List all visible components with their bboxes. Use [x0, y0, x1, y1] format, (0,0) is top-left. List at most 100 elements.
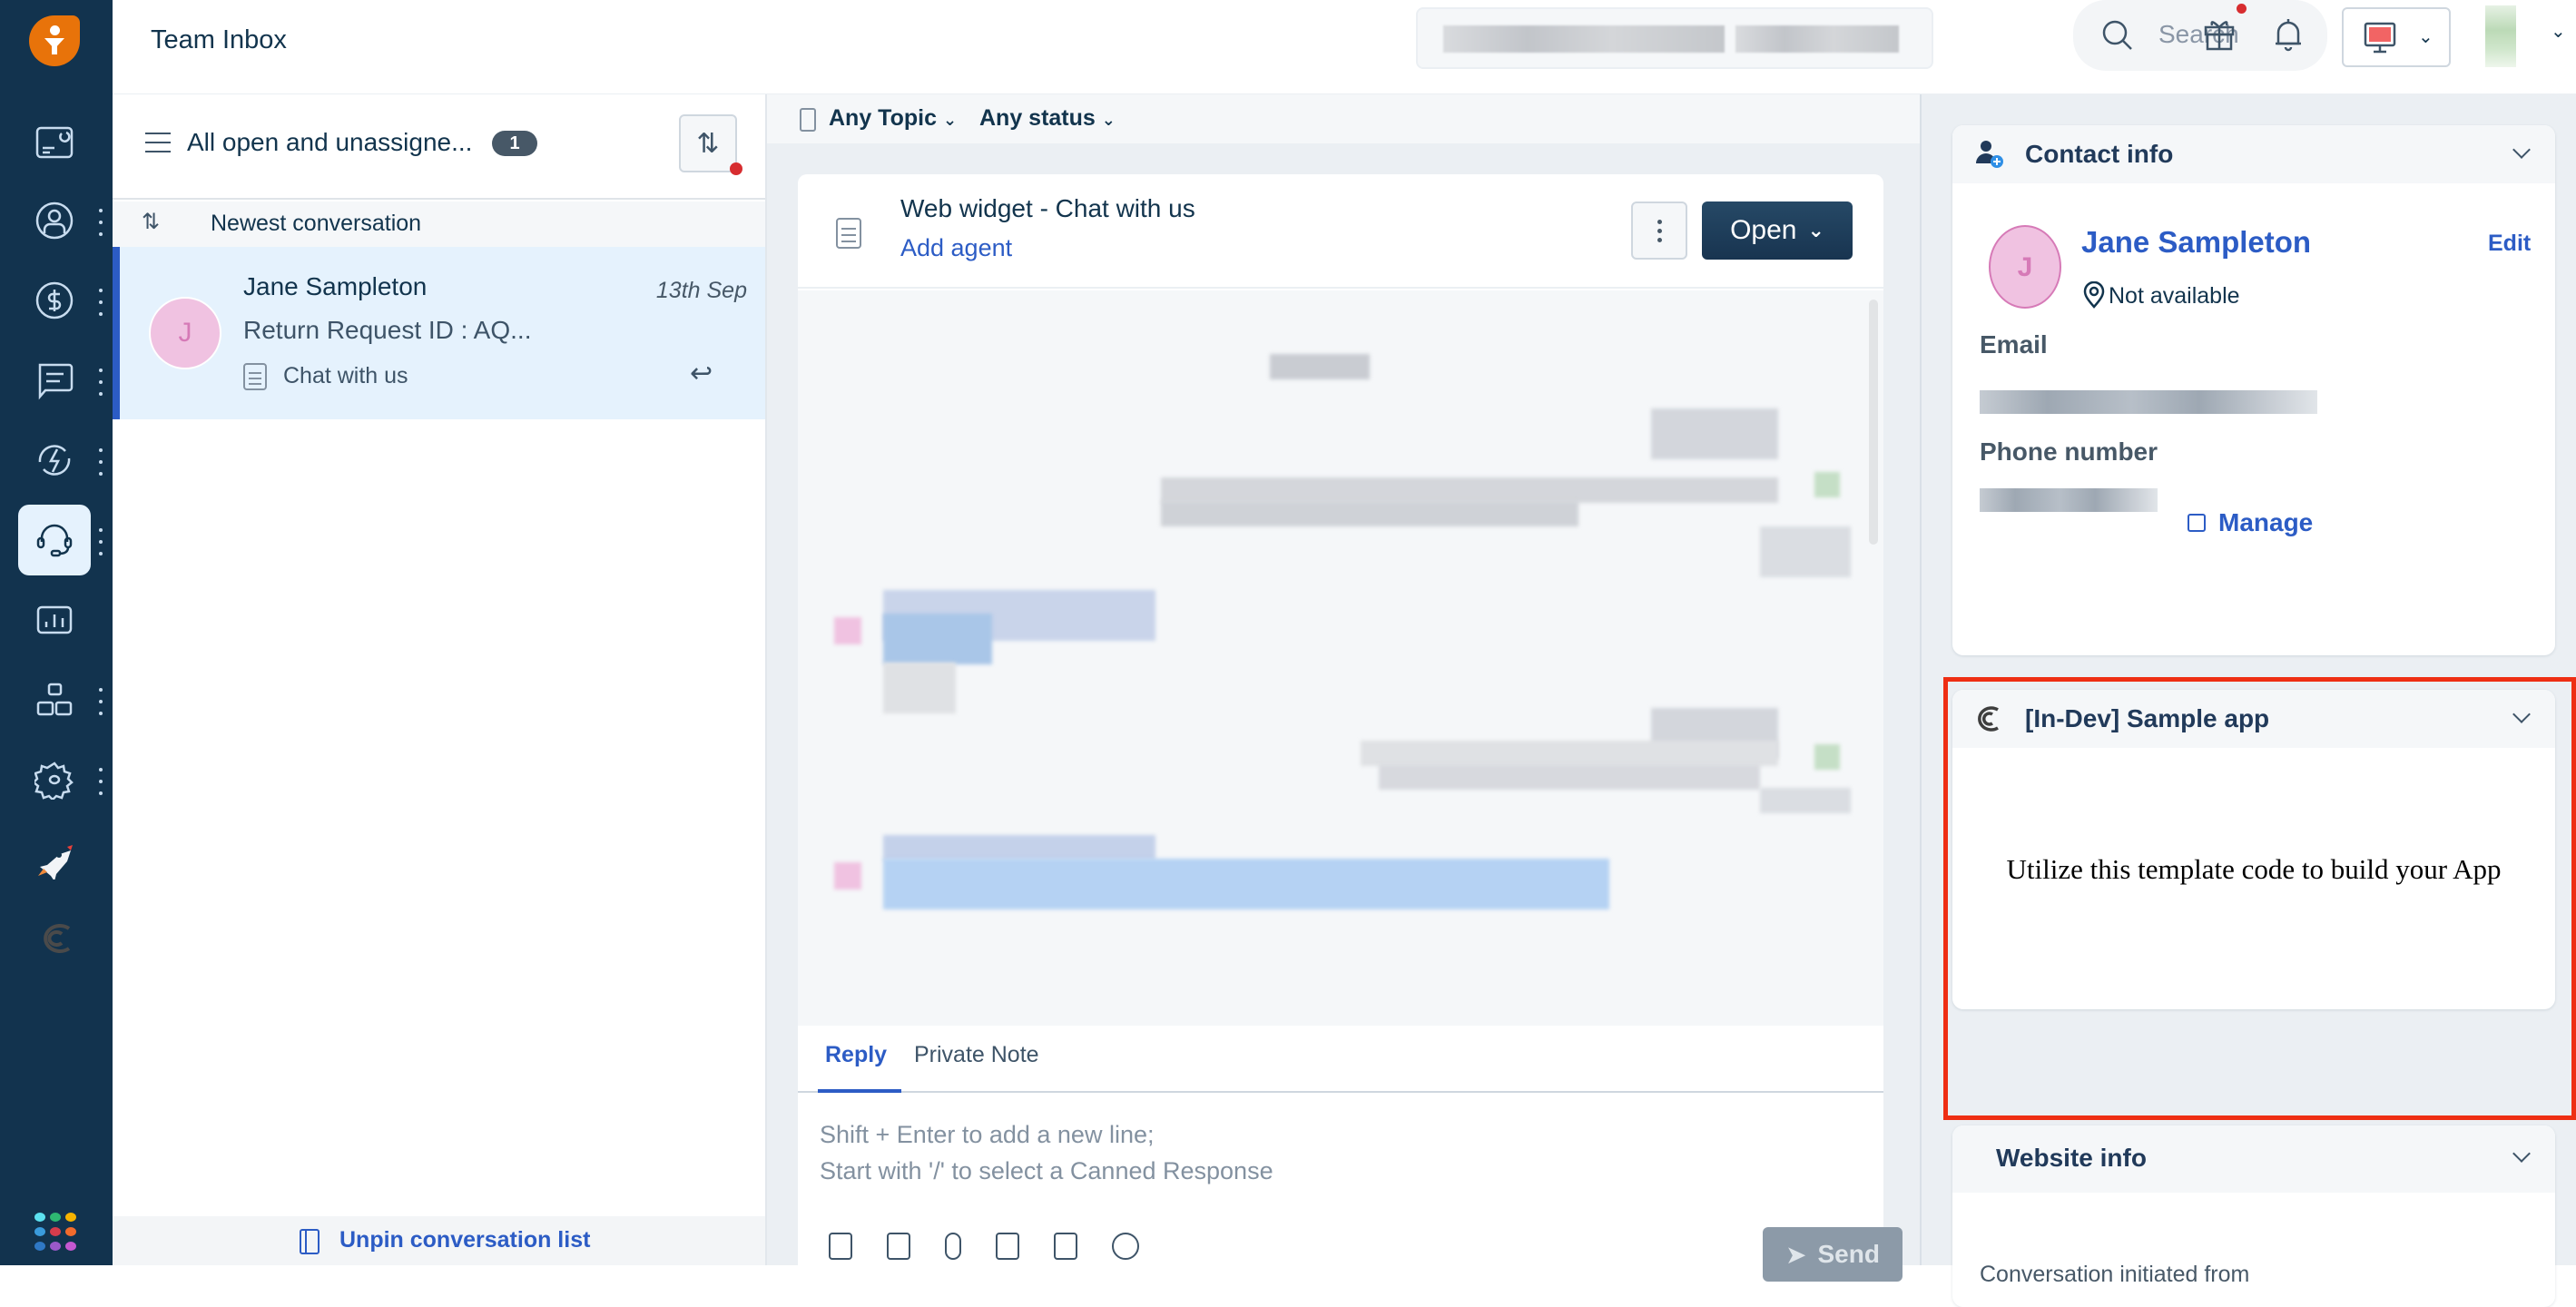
sidebar-item-deals[interactable]	[18, 265, 91, 336]
topic-filter-dropdown[interactable]: Any Topic ⌄	[829, 105, 957, 132]
sample-app-header[interactable]: [In-Dev] Sample app	[1952, 690, 2555, 748]
conversations-menu-dots[interactable]	[98, 369, 103, 396]
redacted-header-field[interactable]	[1416, 7, 1933, 69]
send-button[interactable]: ➤ Send	[1763, 1227, 1903, 1282]
contact-info-header[interactable]: Contact info	[1952, 125, 2555, 183]
tab-reply[interactable]: Reply	[825, 1042, 887, 1068]
sidebar-item-team-inbox[interactable]	[18, 505, 91, 575]
chat-pane: Any Topic ⌄ Any status ⌄ Web widget - Ch…	[767, 94, 1920, 1282]
blocks-icon	[36, 683, 73, 716]
emoji-icon[interactable]	[1112, 1233, 1139, 1260]
conversation-channel: Chat with us	[283, 363, 408, 388]
sample-app-body: Utilize this template code to build your…	[2006, 853, 2502, 885]
sidebar-item-admin[interactable]	[18, 664, 91, 735]
redacted-message-block	[1379, 764, 1760, 790]
brand-logo[interactable]	[29, 15, 80, 66]
message-thread[interactable]	[798, 290, 1883, 1026]
status-filter-dropdown[interactable]: Any status ⌄	[979, 105, 1116, 132]
status-button-label: Open	[1730, 215, 1797, 245]
monitor-icon	[2364, 22, 2396, 54]
sidebar-item-contacts[interactable]	[18, 185, 91, 256]
chevron-down-icon[interactable]	[2512, 141, 2531, 159]
website-info-header[interactable]: Website info	[1952, 1125, 2555, 1193]
sample-app-card: [In-Dev] Sample app Utilize this templat…	[1952, 690, 2555, 1009]
sidebar-item-app[interactable]	[18, 904, 91, 975]
website-info-card: Website info Conversation initiated from	[1952, 1125, 2555, 1307]
canned-response-icon[interactable]	[829, 1233, 852, 1260]
filter-sort-button[interactable]: ⇅	[679, 114, 737, 172]
sidebar-item-settings[interactable]	[18, 744, 91, 815]
sidebar-item-dashboard[interactable]	[18, 107, 91, 178]
sidebar-item-conversations[interactable]	[18, 345, 91, 416]
reply-icon: ↩	[690, 359, 713, 388]
bell-icon[interactable]	[2267, 15, 2309, 56]
solution-article-icon[interactable]	[887, 1233, 910, 1260]
sidebar-item-launch[interactable]	[18, 824, 91, 895]
admin-menu-dots[interactable]	[98, 688, 103, 715]
tab-private-note[interactable]: Private Note	[914, 1042, 1039, 1068]
web-widget-icon	[243, 363, 267, 390]
redacted-message-block	[883, 859, 1609, 909]
chevron-down-icon[interactable]	[2512, 1145, 2531, 1163]
chevron-down-icon[interactable]: ⌄	[2551, 20, 2566, 43]
reply-input[interactable]: Shift + Enter to add a new line; Start w…	[820, 1116, 1273, 1189]
email-value-redacted	[1980, 390, 2317, 414]
apps-grid-dot	[65, 1242, 76, 1251]
phone-value-redacted	[1980, 488, 2158, 512]
composer-tabs: Reply Private Note	[798, 1026, 1883, 1093]
apps-grid-dot	[50, 1242, 61, 1251]
filter-active-dot	[730, 162, 742, 175]
contacts-menu-dots[interactable]	[98, 209, 103, 236]
conversation-header: Web widget - Chat with us Add agent Open…	[798, 174, 1883, 289]
apps-grid-dot	[65, 1213, 76, 1222]
redacted-message-block	[883, 663, 956, 713]
image-icon[interactable]	[996, 1233, 1019, 1260]
view-title[interactable]: All open and unassigne...	[187, 128, 472, 157]
manage-contact-link[interactable]: Manage	[2188, 508, 2313, 537]
sort-bar[interactable]: ⇅ Newest conversation	[113, 201, 765, 247]
avatar: J	[149, 297, 221, 369]
conversation-list: All open and unassigne... 1 ⇅ ⇅ Newest c…	[113, 94, 767, 1265]
more-options-button[interactable]	[1631, 201, 1687, 260]
filter-bar: Any Topic ⌄ Any status ⌄	[767, 94, 1920, 143]
app-swirl-icon	[44, 924, 71, 953]
add-agent-link[interactable]: Add agent	[900, 234, 1012, 262]
automations-menu-dots[interactable]	[98, 448, 103, 476]
sample-app-title: [In-Dev] Sample app	[2025, 704, 2270, 732]
conversation-card: Web widget - Chat with us Add agent Open…	[798, 174, 1903, 1282]
placeholder-line-1: Shift + Enter to add a new line;	[820, 1121, 1155, 1148]
reply-composer: Reply Private Note Shift + Enter to add …	[798, 1026, 1903, 1282]
apps-launcher[interactable]	[34, 1213, 76, 1253]
apps-grid-dot	[50, 1227, 61, 1236]
edit-contact-button[interactable]: Edit	[2488, 231, 2531, 257]
dashboard-icon	[35, 126, 74, 159]
team-inbox-menu-dots[interactable]	[98, 528, 103, 555]
deals-menu-dots[interactable]	[98, 289, 103, 316]
panel-toggle-icon[interactable]	[800, 108, 816, 132]
contact-info-title: Contact info	[2025, 140, 2174, 168]
contact-add-icon	[1976, 141, 2003, 168]
contact-info-card: Contact info J Jane Sampleton Edit Not a…	[1952, 125, 2555, 655]
conversation-list-header: All open and unassigne... 1 ⇅	[113, 94, 765, 200]
sidebar-item-automations[interactable]	[18, 425, 91, 496]
screen-share-button[interactable]: ⌄	[2342, 7, 2451, 67]
calendar-icon[interactable]	[1054, 1233, 1077, 1260]
sidebar-item-analytics[interactable]	[18, 585, 91, 655]
menu-icon[interactable]	[145, 133, 171, 152]
attachment-icon[interactable]	[945, 1233, 961, 1260]
contact-name-link[interactable]: Jane Sampleton	[2081, 225, 2311, 260]
redacted-message-block	[834, 862, 861, 889]
redacted-message-block	[1161, 501, 1578, 526]
message-scrollbar[interactable]	[1869, 300, 1878, 545]
status-button[interactable]: Open ⌄	[1702, 201, 1853, 260]
gift-icon[interactable]	[2198, 13, 2240, 54]
settings-menu-dots[interactable]	[98, 768, 103, 795]
sort-icon: ⇅	[142, 210, 161, 234]
user-avatar[interactable]	[2485, 5, 2516, 67]
chevron-down-icon[interactable]	[2512, 705, 2531, 723]
unpin-panel-icon	[300, 1229, 320, 1254]
conversation-list-item[interactable]: J Jane Sampleton 13th Sep Return Request…	[113, 247, 765, 419]
chevron-down-icon: ⌄	[2418, 27, 2433, 47]
unpin-conversation-list-button[interactable]: Unpin conversation list	[113, 1216, 765, 1265]
gear-icon	[34, 762, 74, 800]
